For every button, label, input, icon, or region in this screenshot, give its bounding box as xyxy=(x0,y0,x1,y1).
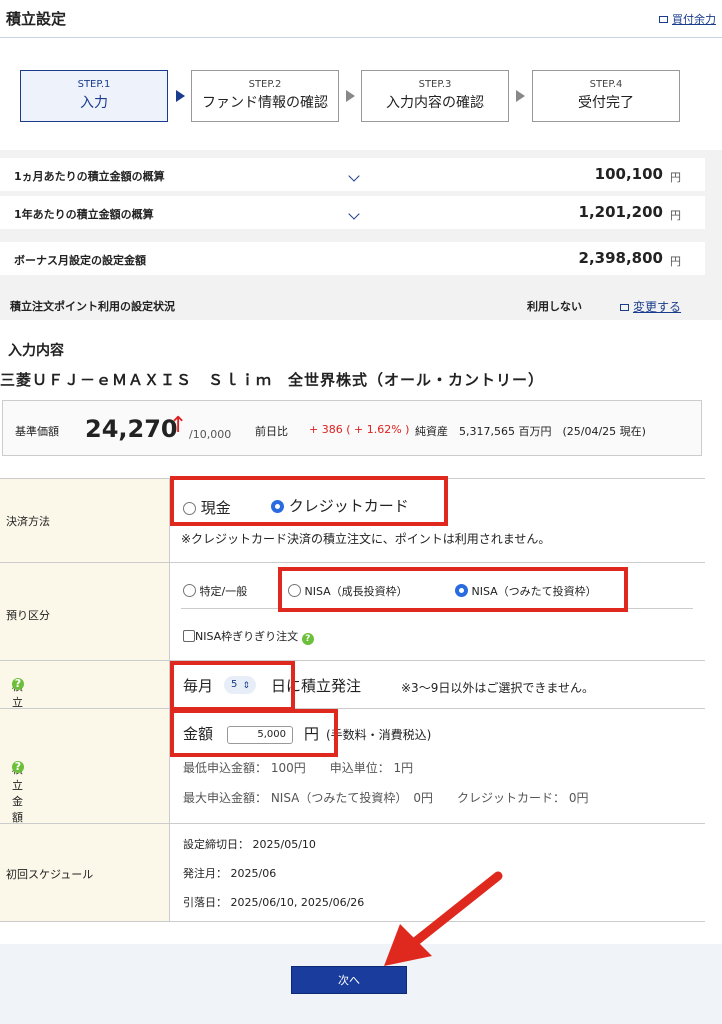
step-arrow-icon xyxy=(176,90,185,102)
schedule-order-month: 発注月： 2025/06 xyxy=(183,867,277,880)
amount-suffix: (手数料・消費税込) xyxy=(326,728,432,742)
checkbox[interactable] xyxy=(183,630,195,642)
step-label: ファンド情報の確認 xyxy=(202,95,328,111)
base-price-value: 24,270 xyxy=(85,415,178,443)
day-change-label: 前日比 xyxy=(255,425,288,438)
red-arrow-icon xyxy=(384,871,503,966)
day-change-value: + 386 ( + 1.62% ) xyxy=(309,423,410,436)
page-header: 積立設定 買付余力 xyxy=(0,0,722,38)
bonus-amount-value: 2,398,800 xyxy=(578,249,663,267)
schedule-debit-date: 引落日： 2025/06/10, 2025/06/26 xyxy=(183,896,365,909)
account-general-option[interactable]: 特定/一般 xyxy=(183,583,247,599)
monthly-estimate-label: 1ヵ月あたりの積立金額の概算 xyxy=(14,170,165,183)
amount-row: 積立金額 ? 金額 5,000 円 (手数料・消費税込) 最低申込金額： 100… xyxy=(0,709,705,824)
step-indicator: STEP.1 入力 STEP.2 ファンド情報の確認 STEP.3 入力内容の確… xyxy=(0,70,722,122)
schedule-label: 初回スケジュール xyxy=(6,868,94,881)
net-assets: 純資産 5,317,565 百万円 (25/04/25 現在) xyxy=(415,425,646,438)
window-icon xyxy=(620,304,629,311)
schedule-deadline: 設定締切日： 2025/05/10 xyxy=(183,838,316,851)
payment-note: ※クレジットカード決済の積立注文に、ポイントは利用されません。 xyxy=(181,532,551,546)
page-title: 積立設定 xyxy=(6,10,67,28)
step-2: STEP.2 ファンド情報の確認 xyxy=(191,70,339,122)
base-price-label: 基準価額 xyxy=(15,425,59,438)
points-setting-row: 積立注文ポイント利用の設定状況 利用しない 変更する xyxy=(0,290,705,320)
step-3: STEP.3 入力内容の確認 xyxy=(361,70,509,122)
step-number: STEP.2 xyxy=(248,79,282,90)
yearly-estimate-value: 1,201,200 xyxy=(578,203,663,221)
schedule-row: 初回スケジュール 設定締切日： 2025/05/10 発注月： 2025/06 … xyxy=(0,824,705,922)
fund-name: 三菱ＵＦＪ－ｅＭＡＸＩＳ Ｓｌｉｍ 全世界株式（オール・カントリー） xyxy=(0,371,545,389)
bonus-amount-label: ボーナス月設定の設定金額 xyxy=(14,254,146,267)
highlight-box-nisa xyxy=(278,567,628,612)
step-number: STEP.3 xyxy=(418,79,452,90)
currency-unit: 円 xyxy=(670,255,681,268)
next-button[interactable]: 次へ xyxy=(291,966,407,994)
nisa-limit-order-checkbox[interactable]: NISA枠ぎりぎり注文 ? xyxy=(183,628,314,645)
currency-unit: 円 xyxy=(670,171,681,184)
bonus-amount-row: ボーナス月設定の設定金額 2,398,800 円 xyxy=(0,242,705,275)
points-setting-status: 利用しない xyxy=(527,300,582,313)
step-arrow-icon xyxy=(516,90,525,102)
help-icon[interactable]: ? xyxy=(12,761,24,773)
step-label: 受付完了 xyxy=(578,95,634,111)
course-note: ※3〜9日以外はご選択できません。 xyxy=(401,681,594,695)
radio-general[interactable] xyxy=(183,584,196,597)
points-setting-label: 積立注文ポイント利用の設定状況 xyxy=(10,300,175,313)
highlight-box-course xyxy=(170,661,295,711)
arrow-up-icon: ↑ xyxy=(169,413,188,438)
highlight-box-amount xyxy=(170,709,338,757)
help-icon[interactable]: ? xyxy=(12,678,24,690)
input-section-title: 入力内容 xyxy=(8,343,64,359)
step-4: STEP.4 受付完了 xyxy=(532,70,680,122)
step-number: STEP.1 xyxy=(77,79,111,90)
currency-unit: 円 xyxy=(670,209,681,222)
step-label: 入力内容の確認 xyxy=(386,95,484,111)
step-number: STEP.4 xyxy=(589,79,623,90)
yearly-estimate-label: 1年あたりの積立金額の概算 xyxy=(14,208,154,221)
amount-max: 最大申込金額： NISA（つみたて投資枠） 0円 クレジットカード： 0円 xyxy=(183,791,589,805)
chevron-down-icon[interactable] xyxy=(348,170,360,182)
change-points-link[interactable]: 変更する xyxy=(620,298,681,315)
step-label: 入力 xyxy=(80,95,108,111)
yearly-estimate-row[interactable]: 1年あたりの積立金額の概算 1,201,200 円 xyxy=(0,196,705,229)
purchasing-power-link[interactable]: 買付余力 xyxy=(659,11,716,27)
monthly-estimate-row[interactable]: 1ヵ月あたりの積立金額の概算 100,100 円 xyxy=(0,158,705,191)
footer-bar: 次へ xyxy=(0,944,722,1024)
payment-method-label: 決済方法 xyxy=(6,515,50,528)
window-icon xyxy=(659,16,668,23)
price-per-units: /10,000 xyxy=(189,428,232,441)
summary-panel: 1ヵ月あたりの積立金額の概算 100,100 円 1年あたりの積立金額の概算 1… xyxy=(0,150,722,320)
monthly-estimate-value: 100,100 xyxy=(594,165,663,183)
chevron-down-icon[interactable] xyxy=(348,208,360,220)
step-arrow-icon xyxy=(346,90,355,102)
amount-min: 最低申込金額： 100円 申込単位： 1円 xyxy=(183,761,414,775)
course-row: 積立コースと申込設定日 ? 毎月 5⇕ 日に積立発注 ※3〜9日以外はご選択でき… xyxy=(0,661,705,853)
step-1: STEP.1 入力 xyxy=(20,70,168,122)
price-info-box: 基準価額 24,270 ↑ /10,000 前日比 + 386 ( + 1.62… xyxy=(2,400,702,456)
help-icon[interactable]: ? xyxy=(301,633,314,645)
highlight-box-payment xyxy=(170,476,448,526)
account-type-label: 預り区分 xyxy=(6,609,50,622)
